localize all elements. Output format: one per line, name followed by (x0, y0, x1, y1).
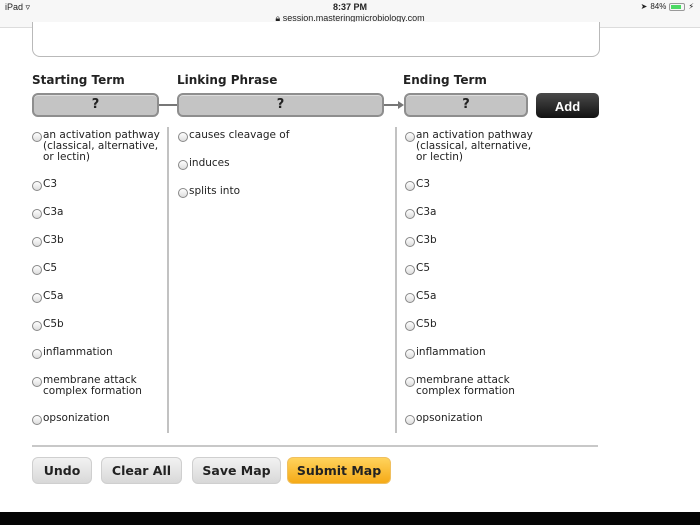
location-arrow-icon: ➤ (640, 2, 648, 11)
radio-button[interactable] (32, 377, 42, 387)
radio-button[interactable] (405, 293, 415, 303)
radio-button[interactable] (32, 415, 42, 425)
option-label: induces (189, 157, 230, 169)
starting-term-option[interactable]: C3a (32, 206, 162, 219)
battery-fill (671, 4, 682, 9)
option-label: inflammation (416, 346, 486, 358)
option-label: C3 (416, 178, 431, 190)
ending-term-option[interactable]: opsonization (405, 412, 535, 425)
radio-button[interactable] (405, 321, 415, 331)
ending-term-option[interactable]: membrane attack complex formation (405, 375, 535, 397)
battery-percent: 84% (650, 2, 667, 11)
undo-button[interactable]: Undo (32, 457, 92, 484)
radio-button[interactable] (32, 132, 42, 142)
radio-button[interactable] (32, 237, 42, 247)
radio-button[interactable] (405, 209, 415, 219)
radio-button[interactable] (405, 415, 415, 425)
starting-term-option[interactable]: membrane attack complex formation (32, 375, 162, 397)
option-label: C3b (416, 234, 437, 246)
option-label: C3a (43, 206, 64, 218)
column-divider (167, 127, 169, 433)
radio-button[interactable] (405, 265, 415, 275)
option-label: inflammation (43, 346, 113, 358)
connector-line (159, 104, 177, 106)
starting-term-list: an activation pathway (classical, altern… (32, 130, 162, 441)
radio-button[interactable] (178, 160, 188, 170)
page-footer (0, 512, 700, 525)
save-map-button[interactable]: Save Map (192, 457, 281, 484)
ending-term-option[interactable]: C5b (405, 318, 535, 331)
clear-all-button[interactable]: Clear All (101, 457, 182, 484)
starting-term-option[interactable]: C5a (32, 290, 162, 303)
add-button[interactable]: Add (536, 93, 599, 118)
bolt-icon: ⚡︎ (688, 2, 694, 11)
option-label: C5 (43, 262, 58, 274)
option-label: C5b (416, 318, 437, 330)
starting-term-option[interactable]: C3 (32, 178, 162, 191)
linking-phrase-slot[interactable]: ? (177, 93, 384, 117)
ending-term-option[interactable]: inflammation (405, 346, 535, 359)
starting-term-option[interactable]: C3b (32, 234, 162, 247)
ending-term-option[interactable]: an activation pathway (classical, altern… (405, 130, 535, 163)
option-label: an activation pathway (classical, altern… (43, 129, 160, 163)
option-label: C3 (43, 178, 58, 190)
radio-button[interactable] (405, 349, 415, 359)
radio-button[interactable] (32, 181, 42, 191)
radio-button[interactable] (32, 349, 42, 359)
option-label: C5a (43, 290, 64, 302)
connector-line-arrow (384, 104, 398, 106)
ending-term-option[interactable]: C5 (405, 262, 535, 275)
linking-phrase-option[interactable]: causes cleavage of (178, 129, 388, 142)
option-label: splits into (189, 185, 241, 197)
starting-term-option[interactable]: inflammation (32, 346, 162, 359)
column-divider (395, 127, 397, 433)
starting-term-option[interactable]: C5 (32, 262, 162, 275)
option-label: an activation pathway (classical, altern… (416, 129, 533, 163)
clock: 8:37 PM (332, 2, 367, 12)
linking-phrase-option[interactable]: splits into (178, 185, 388, 198)
starting-term-option[interactable]: opsonization (32, 412, 162, 425)
ending-term-option[interactable]: C3a (405, 206, 535, 219)
radio-button[interactable] (405, 237, 415, 247)
option-label: C5a (416, 290, 437, 302)
linking-phrase-option[interactable]: induces (178, 157, 388, 170)
radio-button[interactable] (405, 181, 415, 191)
radio-button[interactable] (405, 132, 415, 142)
ending-term-option[interactable]: C5a (405, 290, 535, 303)
submit-map-button[interactable]: Submit Map (287, 457, 391, 484)
ending-term-option[interactable]: C3 (405, 178, 535, 191)
status-icons: ➤ 84% ⚡︎ (641, 2, 694, 11)
option-label: C5 (416, 262, 431, 274)
linking-phrase-heading: Linking Phrase (177, 73, 278, 87)
radio-button[interactable] (32, 265, 42, 275)
option-label: opsonization (43, 412, 110, 424)
radio-button[interactable] (178, 132, 188, 142)
ending-term-slot[interactable]: ? (404, 93, 528, 117)
radio-button[interactable] (32, 209, 42, 219)
starting-term-heading: Starting Term (32, 73, 125, 87)
ending-term-option[interactable]: C3b (405, 234, 535, 247)
horizontal-divider (32, 445, 598, 447)
option-label: C5b (43, 318, 64, 330)
starting-term-option[interactable]: C5b (32, 318, 162, 331)
radio-button[interactable] (178, 188, 188, 198)
option-label: membrane attack complex formation (416, 374, 515, 397)
ending-term-heading: Ending Term (403, 73, 487, 87)
linking-phrase-list: causes cleavage of induces splits into (178, 130, 388, 214)
radio-button[interactable] (32, 293, 42, 303)
battery-icon (669, 2, 686, 11)
option-label: causes cleavage of (189, 129, 290, 141)
radio-button[interactable] (32, 321, 42, 331)
radio-button[interactable] (405, 377, 415, 387)
ending-term-list: an activation pathway (classical, altern… (405, 130, 535, 441)
option-label: C3a (416, 206, 437, 218)
answer-text-area[interactable] (32, 22, 600, 57)
option-label: C3b (43, 234, 64, 246)
option-label: membrane attack complex formation (43, 374, 142, 397)
starting-term-option[interactable]: an activation pathway (classical, altern… (32, 130, 162, 163)
starting-term-slot[interactable]: ? (32, 93, 159, 117)
option-label: opsonization (416, 412, 483, 424)
